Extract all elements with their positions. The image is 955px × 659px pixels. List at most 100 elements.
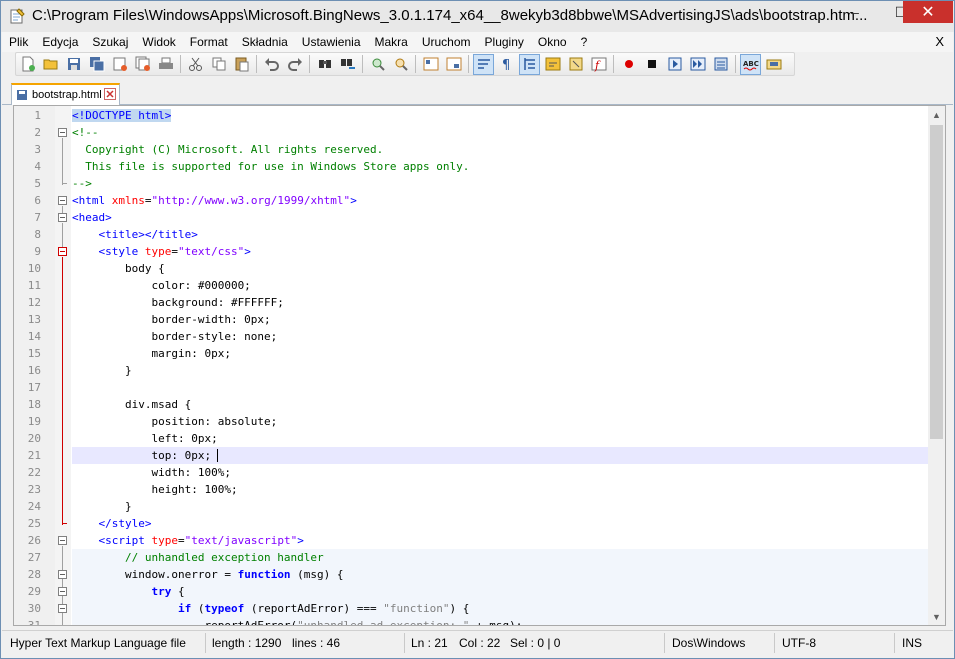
fold-toggle-icon[interactable] — [58, 587, 67, 596]
menu-okno[interactable]: Okno — [531, 32, 574, 52]
open-file-icon[interactable] — [40, 54, 61, 75]
menu-help[interactable]: ? — [574, 32, 595, 52]
code-token: // unhandled exception handler — [72, 551, 324, 564]
line-number: 20 — [27, 432, 41, 445]
fold-guide — [62, 257, 63, 525]
redo-icon[interactable] — [284, 54, 305, 75]
sync-vertical-icon[interactable] — [420, 54, 441, 75]
menu-format[interactable]: Format — [183, 32, 235, 52]
code-token: Copyright (C) Microsoft. All rights rese… — [72, 143, 384, 156]
toolbar-separator — [415, 55, 416, 73]
code-line: position: absolute; — [72, 413, 277, 430]
user-lang-icon[interactable] — [542, 54, 563, 75]
title-bar[interactable]: C:\Program Files\WindowsApps\Microsoft.B… — [1, 1, 954, 32]
tab-close-icon[interactable] — [104, 88, 116, 100]
vertical-scrollbar[interactable]: ▲ ▼ — [928, 106, 945, 625]
scroll-thumb[interactable] — [930, 125, 943, 439]
close-document-x[interactable]: X — [935, 32, 944, 52]
line-number: 22 — [27, 466, 41, 479]
menu-plik[interactable]: Plik — [2, 32, 35, 52]
replace-icon[interactable] — [337, 54, 358, 75]
menu-pluginy[interactable]: Pluginy — [478, 32, 531, 52]
find-icon[interactable] — [314, 54, 335, 75]
code-line: </style> — [72, 515, 151, 532]
play-macro-icon[interactable] — [664, 54, 685, 75]
doc-map-icon[interactable] — [565, 54, 586, 75]
close-icon[interactable] — [109, 54, 130, 75]
toolbar-separator — [468, 55, 469, 73]
zoom-in-icon[interactable] — [367, 54, 388, 75]
fold-margin[interactable] — [55, 106, 71, 625]
close-all-icon[interactable] — [132, 54, 153, 75]
fold-toggle-icon[interactable] — [58, 570, 67, 579]
minimize-button[interactable]: – — [832, 1, 878, 23]
spellcheck-icon[interactable]: ABC — [740, 53, 761, 75]
tab-bootstrap-html[interactable]: bootstrap.html — [11, 83, 120, 105]
code-line: <title></title> — [72, 226, 197, 243]
code-area[interactable]: <!DOCTYPE html> <!-- Copyright (C) Micros… — [72, 106, 928, 625]
line-number: 7 — [34, 211, 41, 224]
code-token: (msg) { — [290, 568, 344, 581]
record-macro-icon[interactable] — [618, 54, 639, 75]
scroll-down-arrow-icon[interactable]: ▼ — [928, 608, 945, 625]
menu-ustawienia[interactable]: Ustawienia — [295, 32, 368, 52]
code-line: window.onerror = function (msg) { — [72, 566, 344, 583]
run-macro-multiple-icon[interactable] — [687, 54, 708, 75]
fold-toggle-icon[interactable] — [58, 213, 67, 222]
line-number: 23 — [27, 483, 41, 496]
line-number: 6 — [34, 194, 41, 207]
code-token: <!-- — [72, 126, 99, 139]
code-token: "text/javascript" — [184, 534, 298, 547]
code-token: left: 0px; — [72, 432, 218, 445]
menu-makra[interactable]: Makra — [368, 32, 415, 52]
word-wrap-icon[interactable] — [473, 53, 494, 75]
new-file-icon[interactable] — [17, 54, 38, 75]
print-icon[interactable] — [155, 54, 176, 75]
fold-toggle-icon[interactable] — [58, 604, 67, 613]
sync-horizontal-icon[interactable] — [443, 54, 464, 75]
stop-macro-icon[interactable] — [641, 54, 662, 75]
menu-szukaj[interactable]: Szukaj — [85, 32, 135, 52]
save-icon[interactable] — [63, 54, 84, 75]
status-length: length : 1290 — [212, 636, 282, 650]
status-line: Ln : 21 — [411, 636, 448, 650]
line-number-gutter: 1 2 3 4 5 6 7 8 9 10 11 12 13 14 15 16 17 18 19 20 21 22 23 24 2… — [14, 106, 55, 625]
function-list-icon[interactable]: f — [588, 54, 609, 75]
code-token: --> — [72, 177, 92, 190]
menu-edycja[interactable]: Edycja — [35, 32, 85, 52]
menu-skladnia[interactable]: Składnia — [235, 32, 295, 52]
paste-icon[interactable] — [231, 54, 252, 75]
code-token: window.onerror = — [72, 568, 238, 581]
code-token: border-style: none; — [72, 330, 278, 343]
fold-toggle-icon[interactable] — [58, 536, 67, 545]
fold-toggle-icon[interactable] — [58, 128, 67, 137]
line-number: 19 — [27, 415, 41, 428]
fold-toggle-icon[interactable] — [58, 196, 67, 205]
code-editor[interactable]: 1 2 3 4 5 6 7 8 9 10 11 12 13 14 15 16 17 18 19 20 21 22 23 24 2… — [13, 105, 946, 626]
show-all-chars-icon[interactable]: ¶ — [496, 54, 517, 75]
code-line: This file is supported for use in Window… — [72, 158, 469, 175]
line-number: 3 — [34, 143, 41, 156]
menu-uruchom[interactable]: Uruchom — [415, 32, 478, 52]
save-all-icon[interactable] — [86, 54, 107, 75]
undo-icon[interactable] — [261, 54, 282, 75]
code-token: try — [72, 585, 172, 598]
line-number: 15 — [27, 347, 41, 360]
zoom-out-icon[interactable] — [390, 54, 411, 75]
fold-toggle-icon[interactable] — [58, 247, 67, 256]
indent-guide-icon[interactable] — [519, 53, 540, 75]
cut-icon[interactable] — [185, 54, 206, 75]
menu-bar: Plik Edycja Szukaj Widok Format Składnia… — [2, 32, 953, 52]
scroll-up-arrow-icon[interactable]: ▲ — [928, 106, 945, 123]
save-macro-icon[interactable] — [710, 54, 731, 75]
code-line: height: 100%; — [72, 481, 237, 498]
file-saved-icon — [17, 90, 27, 100]
code-token: > — [297, 534, 304, 547]
line-number: 1 — [34, 109, 41, 122]
line-number: 27 — [27, 551, 41, 564]
menu-widok[interactable]: Widok — [135, 32, 182, 52]
close-window-button[interactable]: ✕ — [903, 1, 953, 23]
code-token: "text/css" — [177, 245, 245, 258]
copy-icon[interactable] — [208, 54, 229, 75]
spellcheck-settings-icon[interactable] — [763, 54, 784, 75]
